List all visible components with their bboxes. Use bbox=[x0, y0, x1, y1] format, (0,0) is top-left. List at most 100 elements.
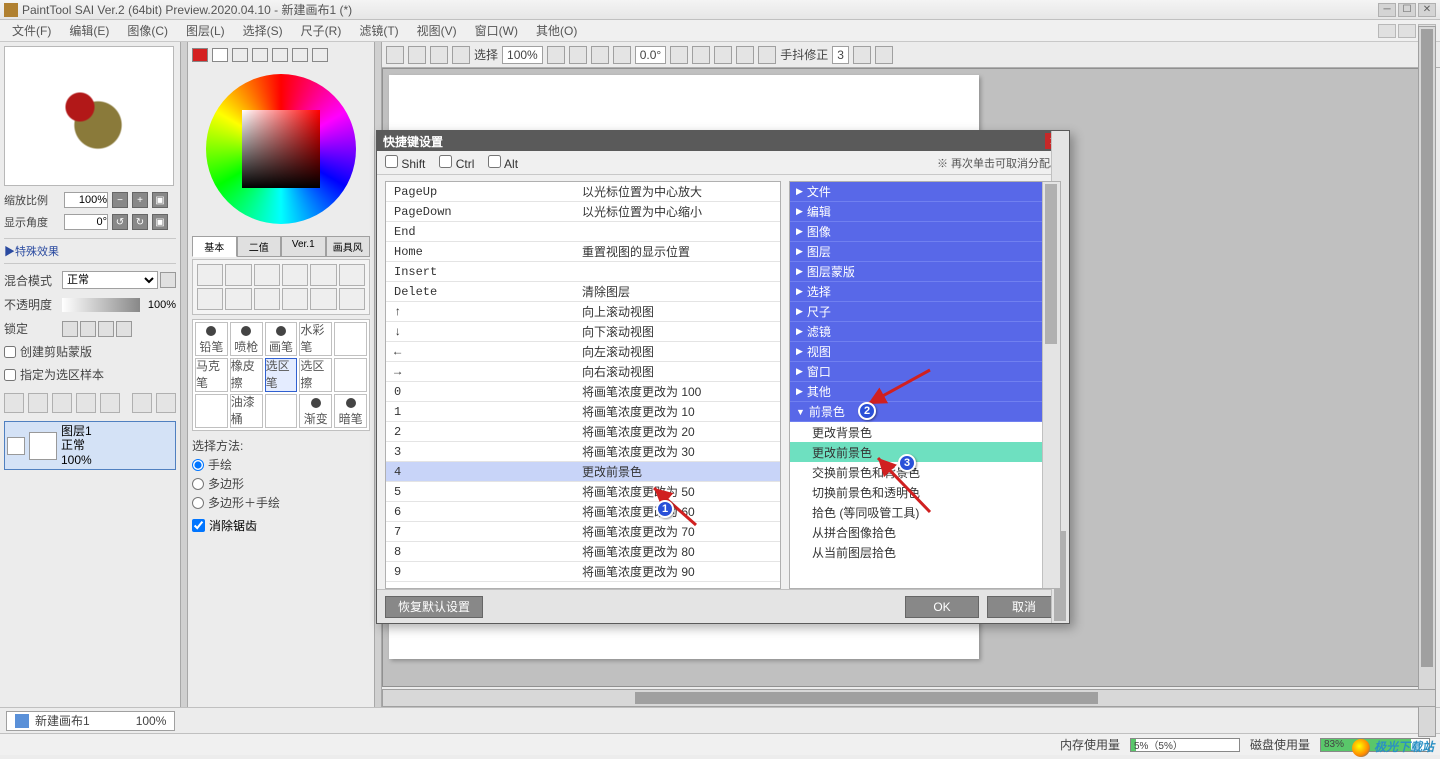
new-mask-button[interactable] bbox=[52, 393, 72, 413]
category-row[interactable]: ▶图层蒙版 bbox=[790, 262, 1060, 282]
ct-flip[interactable] bbox=[758, 46, 776, 64]
menu-view[interactable]: 视图(V) bbox=[409, 20, 465, 41]
rotate-cw-button[interactable]: ↻ bbox=[132, 214, 148, 230]
key-row[interactable]: ↓向下滚动视图 bbox=[386, 322, 780, 342]
ct-undo[interactable] bbox=[386, 46, 404, 64]
brush-eraser[interactable]: 橡皮擦 bbox=[230, 358, 263, 392]
category-row[interactable]: ▶窗口 bbox=[790, 362, 1060, 382]
category-row[interactable]: ▶文件 bbox=[790, 182, 1060, 202]
key-row[interactable]: ←向左滚动视图 bbox=[386, 342, 780, 362]
category-sub-item[interactable]: 从拼合图像拾色 bbox=[790, 522, 1060, 542]
angle-input[interactable] bbox=[64, 214, 108, 230]
brush-pencil[interactable]: 铅笔 bbox=[195, 322, 228, 356]
category-row-open[interactable]: ▼前景色 bbox=[790, 402, 1060, 422]
key-row[interactable]: PageDown以光标位置为中心缩小 bbox=[386, 202, 780, 222]
ct-redo[interactable] bbox=[408, 46, 426, 64]
opacity-slider[interactable] bbox=[62, 298, 140, 312]
cancel-button[interactable]: 取消 bbox=[987, 596, 1061, 618]
merge-down-button[interactable] bbox=[76, 393, 96, 413]
brush-empty-3[interactable] bbox=[195, 394, 228, 428]
tool-eyedropper[interactable] bbox=[310, 264, 336, 286]
key-row[interactable]: Insert bbox=[386, 262, 780, 282]
panel-divider-1[interactable] bbox=[180, 42, 188, 707]
category-row[interactable]: ▶图像 bbox=[790, 222, 1060, 242]
key-row[interactable]: Delete清除图层 bbox=[386, 282, 780, 302]
menu-layer[interactable]: 图层(L) bbox=[178, 20, 233, 41]
ct-line-tool[interactable] bbox=[875, 46, 893, 64]
canvas-scroll-horizontal[interactable] bbox=[382, 689, 1436, 707]
menu-window[interactable]: 窗口(W) bbox=[467, 20, 526, 41]
color-mode-3[interactable] bbox=[272, 48, 288, 62]
menu-filter[interactable]: 滤镜(T) bbox=[351, 20, 406, 41]
restore-defaults-button[interactable]: 恢复默认设置 bbox=[385, 596, 483, 618]
brush-watercolor[interactable]: 水彩笔 bbox=[299, 322, 332, 356]
navigator-thumbnail[interactable] bbox=[4, 46, 174, 186]
brush-empty-1[interactable] bbox=[334, 322, 367, 356]
ct-zoom-out[interactable] bbox=[569, 46, 587, 64]
category-sub-item[interactable]: 交换前景色和背景色 bbox=[790, 462, 1060, 482]
lock-move[interactable] bbox=[80, 321, 96, 337]
antialias-checkbox[interactable] bbox=[192, 519, 205, 532]
ct-zoom-in[interactable] bbox=[591, 46, 609, 64]
color-mode-5[interactable] bbox=[312, 48, 328, 62]
sel-polyfree-radio[interactable] bbox=[192, 497, 204, 509]
ct-deselect[interactable] bbox=[452, 46, 470, 64]
canvas-scroll-vertical[interactable] bbox=[1418, 26, 1436, 737]
brush-selerase[interactable]: 选区擦 bbox=[299, 358, 332, 392]
layer-visibility-toggle[interactable] bbox=[7, 437, 25, 455]
minimize-button[interactable]: ─ bbox=[1378, 3, 1396, 17]
menu-ruler[interactable]: 尺子(R) bbox=[293, 20, 350, 41]
zoom-input[interactable] bbox=[64, 192, 108, 208]
tool-hand[interactable] bbox=[225, 288, 251, 310]
tab-ver1[interactable]: Ver.1 bbox=[281, 236, 326, 257]
mod-ctrl[interactable]: Ctrl bbox=[439, 155, 474, 171]
brush-empty-4[interactable] bbox=[265, 394, 298, 428]
tool-move[interactable] bbox=[282, 264, 308, 286]
sel-polygon-radio[interactable] bbox=[192, 478, 204, 490]
layer-item[interactable]: 图层1 正常 100% bbox=[4, 421, 176, 470]
menu-image[interactable]: 图像(C) bbox=[119, 20, 176, 41]
key-row[interactable]: Home重置视图的显示位置 bbox=[386, 242, 780, 262]
ct-zoom-combo[interactable]: 100% bbox=[502, 46, 543, 64]
ct-stabilizer-down[interactable] bbox=[853, 46, 871, 64]
brush-bucket[interactable]: 油漆桶 bbox=[230, 394, 263, 428]
color-mode-4[interactable] bbox=[292, 48, 308, 62]
zoom-in-button[interactable]: + bbox=[132, 192, 148, 208]
menu-file[interactable]: 文件(F) bbox=[4, 20, 59, 41]
mdi-minimize[interactable] bbox=[1378, 24, 1396, 38]
category-row[interactable]: ▶滤镜 bbox=[790, 322, 1060, 342]
document-tab[interactable]: 新建画布1 100% bbox=[6, 711, 175, 731]
key-row[interactable]: 3将画笔浓度更改为 30 bbox=[386, 442, 780, 462]
ct-stabilizer-combo[interactable]: 3 bbox=[832, 46, 849, 64]
ct-zoom-fit[interactable] bbox=[613, 46, 631, 64]
key-row[interactable]: 6将画笔浓度更改为 60 bbox=[386, 502, 780, 522]
category-list[interactable]: ▶文件▶编辑▶图像▶图层▶图层蒙版▶选择▶尺子▶滤镜▶视图▶窗口▶其他▼前景色更… bbox=[790, 182, 1060, 588]
zoom-out-button[interactable]: − bbox=[112, 192, 128, 208]
foreground-swatch[interactable] bbox=[192, 48, 208, 62]
key-row[interactable]: 5将画笔浓度更改为 50 bbox=[386, 482, 780, 502]
category-row[interactable]: ▶视图 bbox=[790, 342, 1060, 362]
tool-extra1[interactable] bbox=[282, 288, 308, 310]
key-list[interactable]: PageUp以光标位置为中心放大PageDown以光标位置为中心缩小EndHom… bbox=[386, 182, 780, 588]
sel-source-checkbox[interactable] bbox=[4, 369, 16, 381]
key-row[interactable]: →向右滚动视图 bbox=[386, 362, 780, 382]
brush-selpen[interactable]: 选区笔 bbox=[265, 358, 298, 392]
ct-rot-cw[interactable] bbox=[714, 46, 732, 64]
effects-header[interactable]: ▶特殊效果 bbox=[4, 238, 176, 264]
category-sub-item[interactable]: 拾色 (等同吸管工具) bbox=[790, 502, 1060, 522]
menu-edit[interactable]: 编辑(E) bbox=[61, 20, 117, 41]
zoom-reset-button[interactable]: ▣ bbox=[152, 192, 168, 208]
delete-layer-button[interactable] bbox=[156, 393, 176, 413]
clip-mask-checkbox[interactable] bbox=[4, 346, 16, 358]
tool-extra3[interactable] bbox=[339, 288, 365, 310]
key-row[interactable]: 0将画笔浓度更改为 100 bbox=[386, 382, 780, 402]
menu-select[interactable]: 选择(S) bbox=[235, 20, 291, 41]
tool-rotate[interactable] bbox=[254, 288, 280, 310]
ct-angle-combo[interactable]: 0.0° bbox=[635, 46, 666, 64]
ct-rot-ccw[interactable] bbox=[692, 46, 710, 64]
category-row[interactable]: ▶尺子 bbox=[790, 302, 1060, 322]
blend-mode-select[interactable]: 正常 bbox=[62, 271, 158, 289]
mod-shift[interactable]: Shift bbox=[385, 155, 425, 171]
tool-extra2[interactable] bbox=[310, 288, 336, 310]
mdi-restore[interactable] bbox=[1398, 24, 1416, 38]
